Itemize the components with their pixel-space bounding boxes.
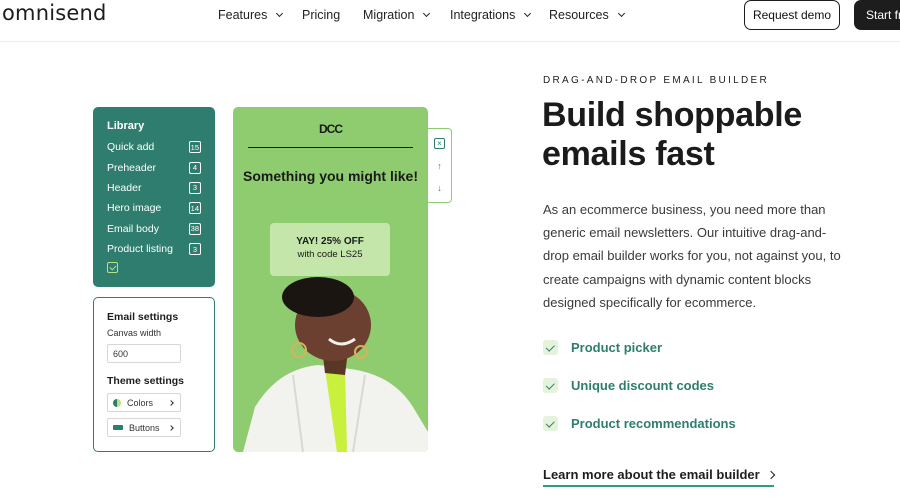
discount-code: with code LS25 [297, 249, 363, 260]
chevron-right-icon [168, 400, 174, 406]
email-settings-panel: Email settings Canvas width 600 Theme se… [93, 297, 215, 452]
nav-migration[interactable]: Migration [363, 8, 431, 22]
chevron-right-icon [168, 425, 174, 431]
nav-features-label: Features [218, 8, 268, 22]
library-title: Library [107, 120, 145, 132]
feature-label: Product recommendations [571, 416, 736, 431]
library-item-header[interactable]: Header 3 [107, 178, 201, 198]
check-icon [543, 378, 558, 393]
omnisend-logo[interactable]: omnisend [2, 1, 107, 25]
section-description: As an ecommerce business, you need more … [543, 202, 841, 310]
canvas-width-input[interactable]: 600 [107, 344, 181, 363]
divider [248, 147, 413, 148]
email-heading: Something you might like! [242, 168, 418, 184]
nav-migration-label: Migration [363, 8, 415, 22]
feature-item-unique-discount-codes: Unique discount codes [543, 378, 714, 393]
feature-item-product-recommendations: Product recommendations [543, 416, 736, 431]
library-item-label: Email body [107, 222, 159, 235]
feature-item-product-picker: Product picker [543, 340, 662, 355]
email-settings-title: Email settings [107, 311, 179, 323]
library-item-count: 15 [188, 141, 201, 154]
library-item-label: Header [107, 181, 142, 194]
button-style-icon [113, 425, 123, 430]
discount-block[interactable]: YAY! 25% OFF with code LS25 [270, 223, 390, 276]
check-icon [543, 416, 558, 431]
nav-pricing-label: Pricing [302, 8, 341, 22]
page-title: Build shoppable emails fast [542, 96, 802, 173]
buttons-label: Buttons [129, 422, 160, 433]
email-preview[interactable]: DCC Something you might like! YAY! 25% O… [233, 107, 428, 452]
discount-title: YAY! 25% OFF [296, 236, 364, 247]
library-item-count: 4 [189, 161, 201, 174]
library-item-label: Quick add [107, 141, 155, 154]
library-item-hero-image[interactable]: Hero image 14 [107, 198, 201, 218]
library-item-label: Product listing [107, 243, 173, 256]
library-item-count: 14 [188, 202, 201, 215]
library-item-product-listing[interactable]: Product listing 3 [107, 239, 201, 259]
check-icon[interactable] [107, 262, 118, 274]
section-eyebrow: DRAG-AND-DROP EMAIL BUILDER [543, 75, 770, 86]
chevron-down-icon [423, 9, 431, 17]
library-item-preheader[interactable]: Preheader 4 [107, 157, 201, 177]
theme-settings-title: Theme settings [107, 375, 185, 387]
feature-label: Unique discount codes [571, 378, 715, 393]
chevron-down-icon [524, 9, 532, 17]
library-item-label: Preheader [107, 161, 157, 174]
brand-logo: DCC [319, 122, 343, 136]
top-navigation-bar: omnisend Features Pricing Migration Inte… [0, 0, 900, 42]
start-free-button[interactable]: Start fr [854, 0, 900, 30]
chevron-down-icon [276, 9, 284, 17]
canvas-width-label: Canvas width [107, 328, 162, 338]
hero-photo [243, 277, 428, 452]
nav-integrations[interactable]: Integrations [450, 8, 532, 22]
library-item-count: 3 [189, 181, 201, 194]
feature-label: Product picker [571, 340, 663, 355]
color-swatch-icon [113, 398, 121, 407]
library-item-email-body[interactable]: Email body 38 [107, 219, 201, 239]
library-item-count: 3 [189, 243, 201, 256]
nav-features[interactable]: Features [218, 8, 284, 22]
library-panel: Library Quick add 15 Preheader 4 Header … [93, 107, 215, 287]
nav-resources[interactable]: Resources [549, 8, 625, 22]
block-toolbar: × ↑ ↓ [428, 128, 452, 203]
library-item-quick-add[interactable]: Quick add 15 [107, 137, 201, 157]
library-item-label: Hero image [107, 202, 162, 215]
arrow-down-icon[interactable]: ↓ [434, 182, 445, 193]
chevron-down-icon [617, 9, 625, 17]
colors-button[interactable]: Colors [107, 393, 181, 412]
chevron-right-icon [766, 470, 775, 479]
nav-integrations-label: Integrations [450, 8, 516, 22]
learn-more-link[interactable]: Learn more about the email builder [543, 467, 775, 487]
request-demo-button[interactable]: Request demo [744, 0, 840, 30]
nav-pricing[interactable]: Pricing [302, 8, 340, 22]
colors-label: Colors [127, 397, 154, 408]
delete-block-icon[interactable]: × [434, 138, 445, 149]
learn-more-label: Learn more about the email builder [543, 467, 760, 482]
library-item-count: 38 [188, 222, 201, 235]
arrow-up-icon[interactable]: ↑ [434, 160, 445, 171]
nav-resources-label: Resources [549, 8, 609, 22]
buttons-button[interactable]: Buttons [107, 418, 181, 437]
check-icon [543, 340, 558, 355]
